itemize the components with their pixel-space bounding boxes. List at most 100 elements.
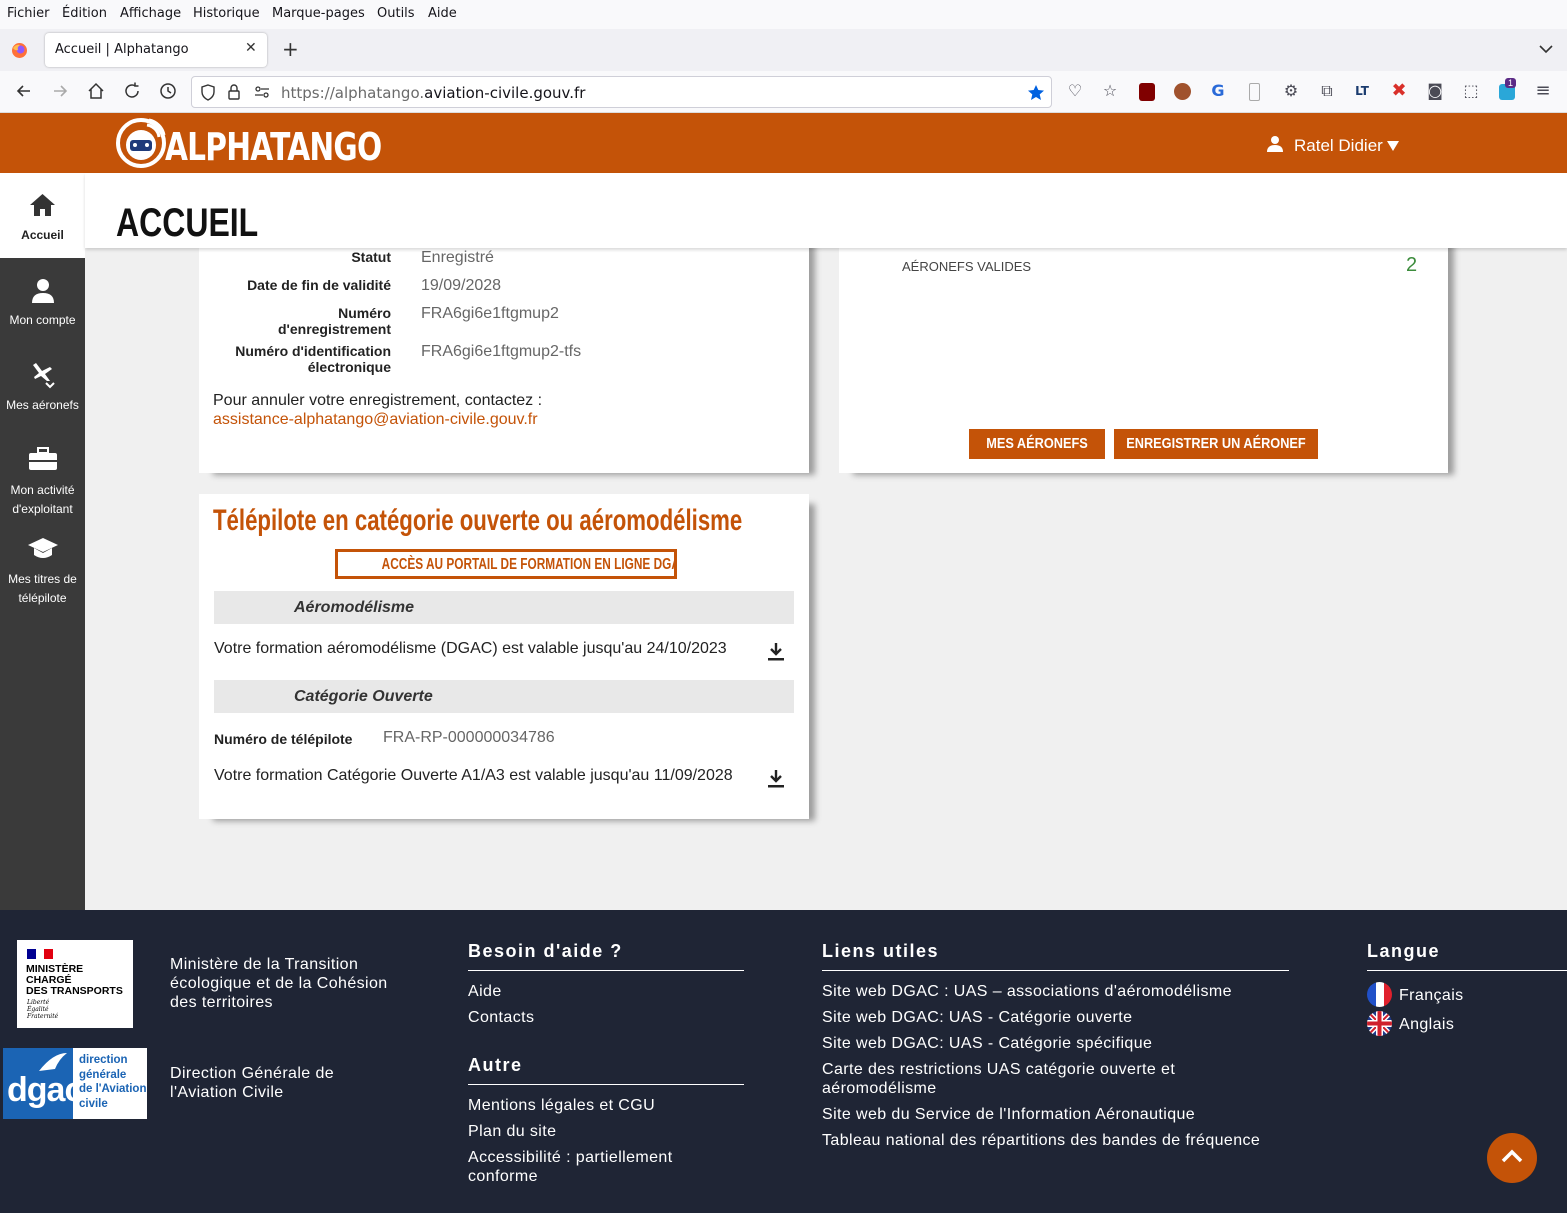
dgac-logo-line-4: civile — [79, 1097, 108, 1110]
shield-icon[interactable] — [200, 84, 216, 101]
field-value-identification: FRA6gi6e1ftgmup2-tfs — [421, 343, 582, 360]
pilot-card-title: Télépilote en catégorie ouverte ou aérom… — [213, 504, 743, 537]
settings-gear-icon[interactable]: ⚙ — [1281, 81, 1301, 101]
permissions-icon[interactable] — [254, 86, 270, 98]
download-icon[interactable] — [767, 642, 785, 662]
ublock-icon[interactable] — [1139, 83, 1155, 101]
field-label-numero-enregistrement: Numéro d'enregistrement — [277, 305, 391, 337]
forward-icon[interactable] — [50, 81, 70, 101]
sidebar-label-titres-telepilote: Mes titres de télépilote — [8, 572, 77, 605]
grammar-check-icon[interactable]: G — [1208, 81, 1228, 101]
dgac-logo-line-2: générale — [79, 1068, 127, 1081]
page-title-bar: ACCUEIL — [85, 173, 1567, 248]
menu-fichier[interactable]: Fichier — [7, 6, 50, 21]
pocket-icon[interactable]: ♡ — [1065, 81, 1085, 101]
extension-star-icon[interactable]: ☆ — [1100, 81, 1120, 101]
portal-training-button[interactable]: ACCÈS AU PORTAIL DE FORMATION EN LIGNE D… — [335, 549, 677, 579]
footer-link-aide[interactable]: Aide — [468, 982, 502, 1001]
valid-aircraft-count: 2 — [1406, 254, 1418, 276]
field-label-date-fin: Date de fin de validité — [247, 277, 391, 293]
section-categorie-ouverte: Catégorie Ouverte — [214, 680, 794, 713]
sidebar-item-mes-aeronefs[interactable]: Mes aéronefs — [0, 343, 85, 428]
register-aircraft-button[interactable]: ENREGISTRER UN AÉRONEF — [1114, 429, 1318, 459]
firefox-icon[interactable] — [11, 42, 28, 59]
page-title: ACCUEIL — [116, 201, 259, 245]
caret-down-icon — [1387, 141, 1399, 151]
hamburger-menu-icon[interactable]: ≡ — [1533, 81, 1553, 101]
categorie-ouverte-validity-text: Votre formation Catégorie Ouverte A1/A3 … — [214, 767, 733, 784]
footer-link-contacts[interactable]: Contacts — [468, 1008, 534, 1027]
menu-affichage[interactable]: Affichage — [120, 6, 181, 21]
footer-link-useful-5[interactable]: Site web du Service de l'Information Aér… — [822, 1105, 1195, 1124]
sidebar-item-titres-telepilote[interactable]: Mes titres de télépilote — [0, 518, 85, 618]
cancel-text: Pour annuler votre enregistrement, conta… — [213, 392, 543, 409]
bookmark-star-icon[interactable] — [1027, 84, 1045, 101]
footer-link-mentions[interactable]: Mentions légales et CGU — [468, 1096, 655, 1115]
browser-tabbar: Accueil | Alphatango ✕ + — [0, 29, 1567, 71]
valid-aircraft-label: AÉRONEFS VALIDES — [902, 259, 1032, 274]
help-title: Besoin d'aide ? — [468, 941, 623, 961]
notification-badge: 1 — [1505, 78, 1517, 88]
footer-link-useful-6[interactable]: Tableau national des répartitions des ba… — [822, 1131, 1260, 1150]
footer-link-useful-1[interactable]: Site web DGAC : UAS – associations d'aér… — [822, 982, 1232, 1001]
sidebar-item-activite-exploitant[interactable]: Mon activité d'exploitant — [0, 428, 85, 518]
dgac-logo[interactable]: dgac direction générale de l'Aviation ci… — [3, 1048, 147, 1119]
tools-cross-icon[interactable]: ✖ — [1389, 81, 1409, 101]
footer-link-accessibilite[interactable]: Accessibilité : partiellement conforme — [468, 1148, 708, 1186]
section-aeromodelisme: Aéromodélisme — [214, 591, 794, 624]
footer-link-useful-3[interactable]: Site web DGAC: UAS - Catégorie spécifiqu… — [822, 1034, 1152, 1053]
tab-close-icon[interactable]: ✕ — [245, 40, 257, 56]
language-divider — [1367, 970, 1567, 971]
menu-historique[interactable]: Historique — [193, 6, 260, 21]
user-icon — [32, 279, 54, 303]
sidebar-item-mon-compte[interactable]: Mon compte — [0, 258, 85, 343]
ministry-motto-2: Égalité — [27, 1006, 49, 1013]
aeromodelisme-validity-text: Votre formation aéromodélisme (DGAC) est… — [214, 640, 727, 657]
field-value-numero-enregistrement: FRA6gi6e1ftgmup2 — [421, 305, 559, 322]
useful-links-divider — [822, 970, 1289, 971]
languagetool-icon[interactable]: LT — [1352, 81, 1372, 101]
menu-marque-pages[interactable]: Marque-pages — [272, 6, 365, 21]
menu-edition[interactable]: Édition — [62, 6, 107, 21]
ministry-motto-3: Fraternité — [27, 1013, 59, 1020]
back-icon[interactable] — [14, 81, 34, 101]
sidebar-label-activite-exploitant: Mon activité d'exploitant — [10, 483, 75, 516]
language-french-label: Français — [1399, 987, 1464, 1004]
alphatango-logo-icon — [116, 118, 166, 168]
home-browser-icon[interactable] — [86, 81, 106, 101]
camera-icon[interactable]: ◙ — [1425, 81, 1445, 101]
active-tab[interactable]: Accueil | Alphatango ✕ — [45, 33, 267, 67]
list-tabs-chevron-icon[interactable] — [1539, 44, 1553, 54]
other-title: Autre — [468, 1055, 523, 1075]
download-icon[interactable] — [767, 769, 785, 789]
phone-icon[interactable] — [1249, 83, 1260, 101]
menu-outils[interactable]: Outils — [377, 6, 415, 21]
site-logo[interactable]: ALPHATANGO — [115, 117, 382, 169]
url-bar[interactable]: https://alphatango.aviation-civile.gouv.… — [191, 76, 1052, 108]
footer-link-plan[interactable]: Plan du site — [468, 1122, 556, 1141]
ministry-logo[interactable]: MINISTÈRE CHARGÉ DES TRANSPORTS Liberté … — [17, 940, 133, 1028]
site-header: ALPHATANGO Ratel Didier — [0, 113, 1567, 173]
footer-link-useful-2[interactable]: Site web DGAC: UAS - Catégorie ouverte — [822, 1008, 1132, 1027]
cookie-icon[interactable] — [1174, 83, 1191, 100]
lock-icon[interactable] — [227, 83, 241, 101]
menu-aide[interactable]: Aide — [428, 6, 457, 21]
useful-links-title: Liens utiles — [822, 941, 940, 961]
my-aircraft-button[interactable]: MES AÉRONEFS — [969, 429, 1105, 459]
reload-icon[interactable] — [122, 81, 142, 101]
footer-link-useful-4[interactable]: Carte des restrictions UAS catégorie ouv… — [822, 1060, 1222, 1098]
sidebar-item-accueil[interactable]: Accueil — [0, 173, 85, 258]
home-icon — [30, 194, 55, 216]
registration-card: Statut Enregistré Date de fin de validit… — [199, 248, 809, 473]
back-to-top-button[interactable] — [1487, 1133, 1537, 1183]
aircraft-card: AÉRONEFS VALIDES 2 MES AÉRONEFS ENREGIST… — [839, 248, 1448, 473]
france-flag-icon — [1367, 982, 1392, 1007]
briefcase-icon — [29, 447, 57, 470]
cancel-email-link[interactable]: assistance-alphatango@aviation-civile.go… — [213, 411, 538, 429]
crop-icon[interactable]: ⧉ — [1317, 81, 1337, 101]
browser-navbar: https://alphatango.aviation-civile.gouv.… — [0, 71, 1567, 113]
extensions-puzzle-icon[interactable]: ⬚ — [1461, 81, 1481, 101]
history-icon[interactable] — [158, 81, 178, 101]
chevron-up-icon — [1501, 1149, 1523, 1163]
new-tab-icon[interactable]: + — [282, 37, 299, 61]
